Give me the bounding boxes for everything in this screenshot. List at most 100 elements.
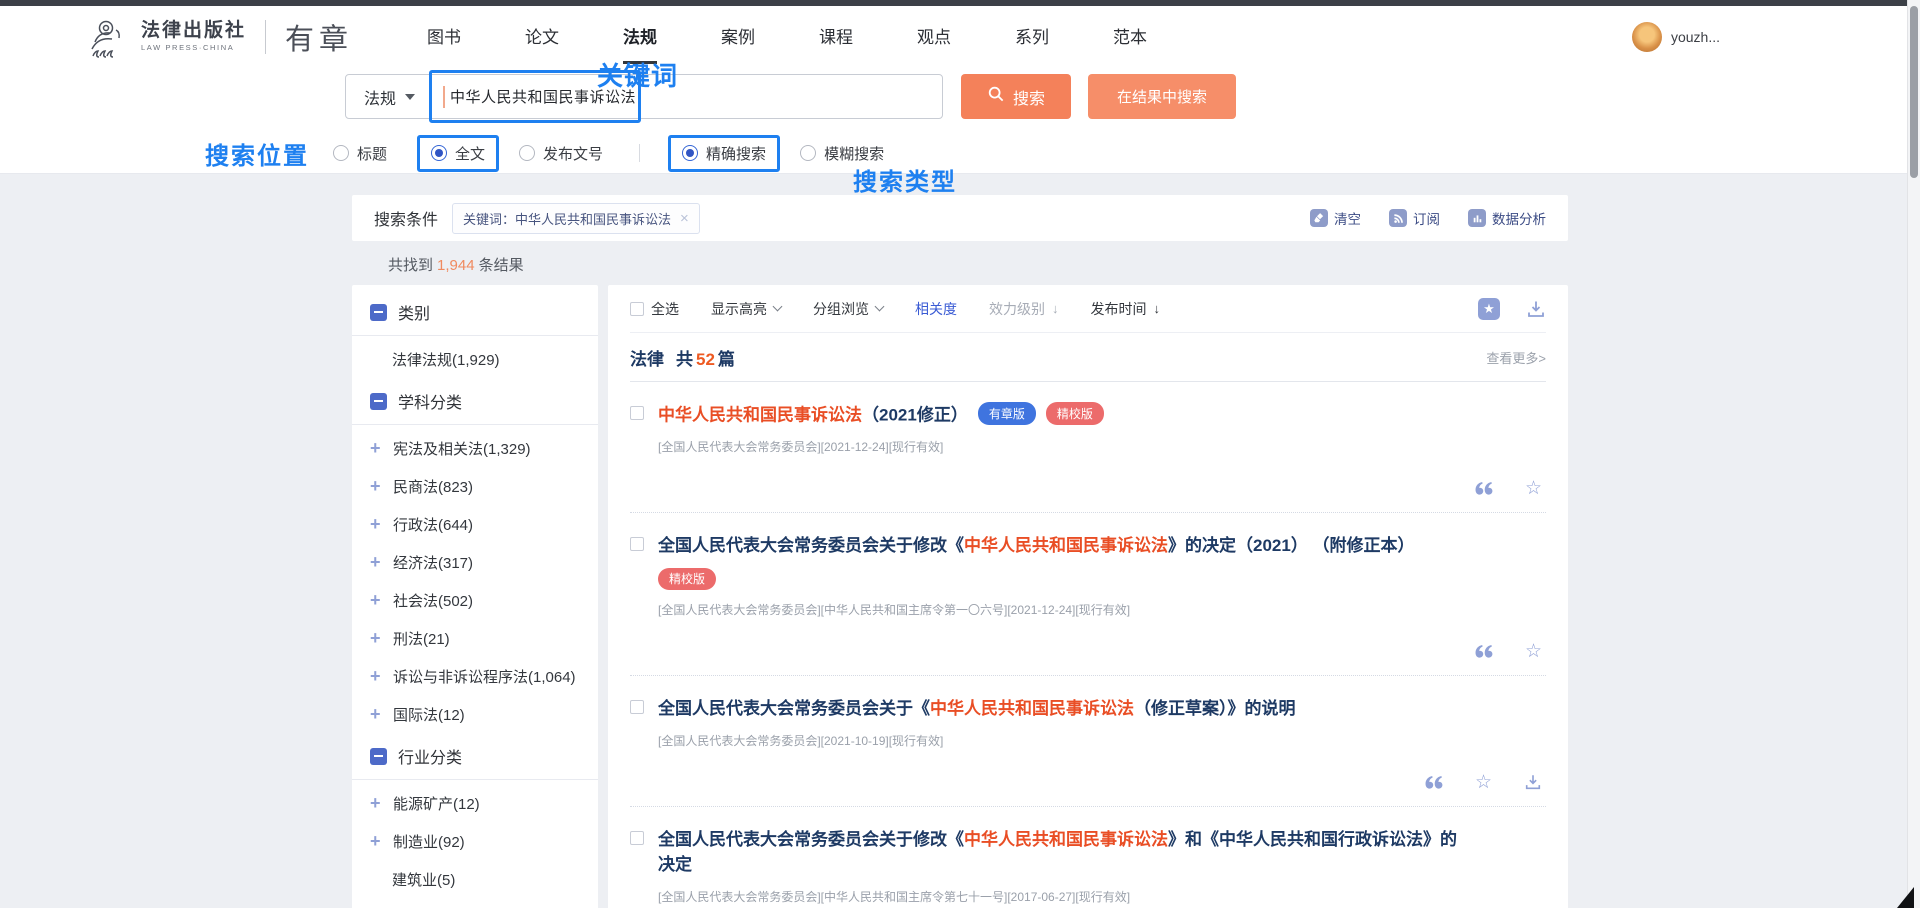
- collapse-minus-icon[interactable]: [370, 748, 387, 765]
- radio-selected-icon: [682, 145, 698, 161]
- expand-plus-icon[interactable]: +: [370, 553, 385, 571]
- facet-item-manufacturing[interactable]: + 制造业(92): [352, 822, 598, 860]
- result-title[interactable]: 全国人民代表大会常务委员会关于《中华人民共和国民事诉讼法（修正草案）》的说明: [658, 696, 1463, 722]
- facet-item-constitutional[interactable]: + 宪法及相关法(1,329): [352, 429, 598, 467]
- collapse-minus-icon[interactable]: [370, 304, 387, 321]
- result-title[interactable]: 中华人民共和国民事诉讼法（2021修正）有章版精校版: [658, 402, 1463, 428]
- facet-item-label: 民商法(823): [393, 476, 473, 497]
- result-title[interactable]: 全国人民代表大会常务委员会关于修改《中华人民共和国民事诉讼法》和《中华人民共和国…: [658, 827, 1463, 878]
- subscribe-label: 订阅: [1413, 208, 1440, 228]
- expand-plus-icon[interactable]: +: [370, 667, 385, 685]
- nav-tab-courses[interactable]: 课程: [819, 23, 853, 52]
- facet-item-civil-commercial[interactable]: + 民商法(823): [352, 467, 598, 505]
- facet-sidebar: 类别 法律法规(1,929) 学科分类 + 宪法及相关法(1,329) + 民商…: [352, 285, 598, 908]
- nav-tab-opinions[interactable]: 观点: [917, 23, 951, 52]
- scope-fulltext-label: 全文: [455, 143, 485, 164]
- mode-radio-exact[interactable]: 精确搜索: [668, 135, 780, 172]
- scope-radio-fulltext[interactable]: 全文: [417, 135, 499, 172]
- collapse-minus-icon[interactable]: [370, 393, 387, 410]
- result-title[interactable]: 全国人民代表大会常务委员会关于修改《中华人民共和国民事诉讼法》的决定（2021）…: [658, 533, 1463, 559]
- title-part: （2021修正）: [862, 406, 968, 425]
- expand-plus-icon[interactable]: +: [370, 629, 385, 647]
- select-all-control[interactable]: 全选: [630, 299, 679, 319]
- facet-item-label: 社会法(502): [393, 590, 473, 611]
- expand-plus-icon[interactable]: +: [370, 832, 385, 850]
- result-item: 全国人民代表大会常务委员会关于修改《中华人民共和国民事诉讼法》的决定（2021）…: [630, 513, 1546, 676]
- result-checkbox[interactable]: [630, 831, 644, 845]
- user-avatar[interactable]: [1632, 22, 1662, 52]
- scrollbar-thumb[interactable]: [1910, 6, 1918, 178]
- facet-item-label: 建筑业(5): [392, 869, 455, 890]
- search-input[interactable]: 中华人民共和国民事诉讼法: [430, 75, 942, 118]
- summary-count: 1,944: [437, 257, 475, 274]
- results-summary: 共找到1,944条结果: [352, 254, 1568, 275]
- download-icon[interactable]: [1524, 773, 1542, 791]
- facet-section-subject[interactable]: 学科分类: [352, 378, 598, 424]
- user-menu[interactable]: youzh...: [1632, 22, 1720, 52]
- facet-item-procedure[interactable]: + 诉讼与非诉讼程序法(1,064): [352, 657, 598, 695]
- expand-plus-icon[interactable]: +: [370, 515, 385, 533]
- scope-radio-title[interactable]: 标题: [333, 143, 387, 164]
- search-button-label: 搜索: [1013, 85, 1045, 109]
- facet-section-category[interactable]: 类别: [352, 289, 598, 335]
- facet-item-administrative[interactable]: + 行政法(644): [352, 505, 598, 543]
- clear-button[interactable]: 清空: [1310, 208, 1361, 228]
- facet-item-economic[interactable]: + 经济法(317): [352, 543, 598, 581]
- search-in-results-button[interactable]: 在结果中搜索: [1088, 74, 1236, 119]
- favorite-all-button[interactable]: ★: [1478, 298, 1500, 320]
- select-all-checkbox[interactable]: [630, 302, 644, 316]
- quote-icon[interactable]: [1474, 481, 1493, 496]
- facet-item-social[interactable]: + 社会法(502): [352, 581, 598, 619]
- mode-radio-fuzzy[interactable]: 模糊搜索: [800, 143, 884, 164]
- facet-item-label: 能源矿产(12): [393, 793, 480, 814]
- sort-publish-date[interactable]: 发布时间 ↓: [1091, 299, 1161, 319]
- facet-item-construction[interactable]: 建筑业(5): [352, 860, 598, 898]
- nav-tab-series[interactable]: 系列: [1015, 23, 1049, 52]
- search-category-select[interactable]: 法规: [346, 75, 430, 118]
- star-icon[interactable]: ☆: [1525, 479, 1542, 498]
- nav-tab-regulations[interactable]: 法规: [623, 23, 657, 52]
- facet-item-laws[interactable]: 法律法规(1,929): [352, 340, 598, 378]
- expand-plus-icon[interactable]: +: [370, 477, 385, 495]
- nav-tab-templates[interactable]: 范本: [1113, 23, 1147, 52]
- facet-item-criminal[interactable]: + 刑法(21): [352, 619, 598, 657]
- chevron-down-icon: [773, 302, 783, 312]
- search-button[interactable]: 搜索: [961, 74, 1071, 119]
- scope-title-label: 标题: [357, 143, 387, 164]
- quote-icon[interactable]: [1474, 644, 1493, 659]
- view-more-link[interactable]: 查看更多>: [1486, 348, 1546, 367]
- page-scrollbar[interactable]: [1907, 0, 1920, 908]
- nav-tab-books[interactable]: 图书: [427, 23, 461, 52]
- result-checkbox[interactable]: [630, 700, 644, 714]
- result-item: 中华人民共和国民事诉讼法（2021修正）有章版精校版 [全国人民代表大会常务委员…: [630, 382, 1546, 513]
- facet-item-label: 行政法(644): [393, 514, 473, 535]
- result-meta: [全国人民代表大会常务委员会][中华人民共和国主席令第一〇六号][2021-12…: [658, 601, 1546, 618]
- sort-effect-level[interactable]: 效力级别 ↓: [989, 299, 1059, 319]
- star-icon[interactable]: ☆: [1475, 773, 1492, 792]
- nav-tab-papers[interactable]: 论文: [525, 23, 559, 52]
- group-view-dropdown[interactable]: 分组浏览: [813, 299, 883, 319]
- logo-divider: [265, 20, 266, 54]
- data-analysis-button[interactable]: 数据分析: [1468, 208, 1546, 228]
- expand-plus-icon[interactable]: +: [370, 794, 385, 812]
- expand-plus-icon[interactable]: +: [370, 591, 385, 609]
- highlight-dropdown[interactable]: 显示高亮: [711, 299, 781, 319]
- sort-relevance[interactable]: 相关度: [915, 299, 957, 319]
- facet-item-energy[interactable]: + 能源矿产(12): [352, 784, 598, 822]
- expand-plus-icon[interactable]: +: [370, 439, 385, 457]
- scope-radio-docnumber[interactable]: 发布文号: [519, 143, 603, 164]
- expand-plus-icon[interactable]: +: [370, 705, 385, 723]
- result-checkbox[interactable]: [630, 406, 644, 420]
- nav-tab-cases[interactable]: 案例: [721, 23, 755, 52]
- star-icon[interactable]: ☆: [1525, 642, 1542, 661]
- badge-proofread-edition: 精校版: [658, 568, 716, 590]
- subscribe-button[interactable]: 订阅: [1389, 208, 1440, 228]
- search-row: 法规 中华人民共和国民事诉讼法 搜索 在结果中搜索: [345, 74, 1920, 119]
- facet-item-international[interactable]: + 国际法(12): [352, 695, 598, 733]
- facet-section-industry[interactable]: 行业分类: [352, 733, 598, 779]
- quote-icon[interactable]: [1424, 775, 1443, 790]
- close-icon[interactable]: ×: [680, 211, 689, 226]
- result-checkbox[interactable]: [630, 537, 644, 551]
- download-all-button[interactable]: [1526, 299, 1546, 319]
- site-logo[interactable]: 法律出版社 LAW PRESS·CHINA 有章: [86, 16, 353, 58]
